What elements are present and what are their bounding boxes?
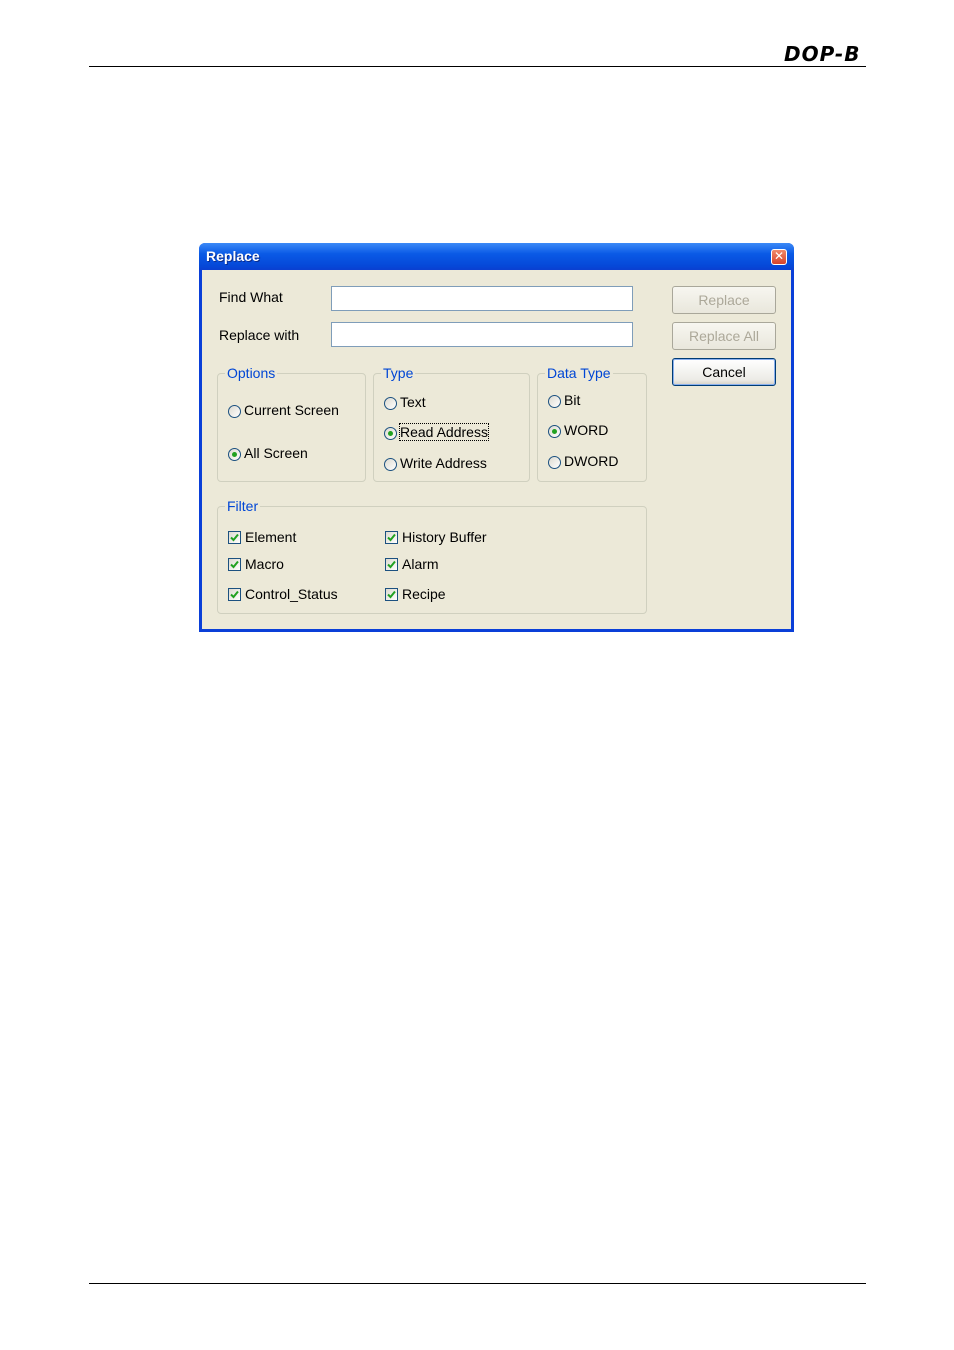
dialog-title: Replace [206,248,260,264]
element-checkbox[interactable] [228,531,241,544]
dialog-titlebar[interactable]: Replace ✕ [199,243,794,270]
cancel-button[interactable]: Cancel [672,358,776,386]
data-type-dword-option[interactable]: DWORD [548,453,618,469]
data-type-word-label: WORD [564,422,609,438]
data-type-bit-radio[interactable] [548,395,561,408]
replace-button[interactable]: Replace [672,286,776,314]
replace-dialog: Replace ✕ Find What Replace with Replace… [199,243,794,632]
filter-history-buffer[interactable]: History Buffer [385,529,487,545]
type-text-option[interactable]: Text [384,394,426,410]
data-type-dword-radio[interactable] [548,456,561,469]
type-read-address-radio[interactable] [384,427,397,440]
page-header-rule [89,66,866,67]
data-type-dword-label: DWORD [564,453,619,469]
option-current-screen[interactable]: Current Screen [228,402,339,418]
find-what-label: Find What [219,289,283,305]
type-write-address-radio[interactable] [384,458,397,471]
dialog-body: Find What Replace with Replace Replace A… [202,270,791,629]
type-write-address-label: Write Address [400,455,487,471]
page-footer-rule [89,1283,866,1284]
current-screen-radio[interactable] [228,405,241,418]
all-screen-radio[interactable] [228,448,241,461]
type-text-label: Text [400,394,426,410]
element-label: Element [245,529,297,545]
control-status-label: Control_Status [245,586,338,602]
current-screen-label: Current Screen [244,402,339,418]
data-type-group: Data Type Bit WORD DWORD [537,365,647,482]
alarm-label: Alarm [402,556,439,572]
options-legend: Options [225,365,278,381]
data-type-legend: Data Type [545,365,613,381]
macro-label: Macro [245,556,284,572]
replace-with-input[interactable] [331,322,633,347]
option-all-screen[interactable]: All Screen [228,445,308,461]
filter-alarm[interactable]: Alarm [385,556,439,572]
filter-element[interactable]: Element [228,529,296,545]
data-type-word-radio[interactable] [548,425,561,438]
replace-with-label: Replace with [219,327,300,343]
filter-legend: Filter [225,498,261,514]
filter-group: Filter Element History Buffer Macro Alar… [217,498,647,614]
type-group: Type Text Read Address Write Address [373,365,530,482]
type-legend: Type [381,365,416,381]
filter-macro[interactable]: Macro [228,556,284,572]
recipe-checkbox[interactable] [385,588,398,601]
data-type-bit-label: Bit [564,392,581,408]
type-text-radio[interactable] [384,397,397,410]
replace-all-button[interactable]: Replace All [672,322,776,350]
options-group: Options Current Screen All Screen [217,365,366,482]
control-status-checkbox[interactable] [228,588,241,601]
type-read-address-option[interactable]: Read Address [384,423,489,441]
filter-control-status[interactable]: Control_Status [228,586,338,602]
product-logo: DOP-B [784,42,861,66]
history-buffer-label: History Buffer [402,529,487,545]
macro-checkbox[interactable] [228,558,241,571]
history-buffer-checkbox[interactable] [385,531,398,544]
recipe-label: Recipe [402,586,446,602]
filter-recipe[interactable]: Recipe [385,586,446,602]
alarm-checkbox[interactable] [385,558,398,571]
find-what-input[interactable] [331,286,633,311]
type-read-address-label: Read Address [399,423,489,441]
close-icon[interactable]: ✕ [771,249,787,265]
data-type-word-option[interactable]: WORD [548,422,608,438]
all-screen-label: All Screen [244,445,308,461]
type-write-address-option[interactable]: Write Address [384,455,487,471]
data-type-bit-option[interactable]: Bit [548,392,580,408]
